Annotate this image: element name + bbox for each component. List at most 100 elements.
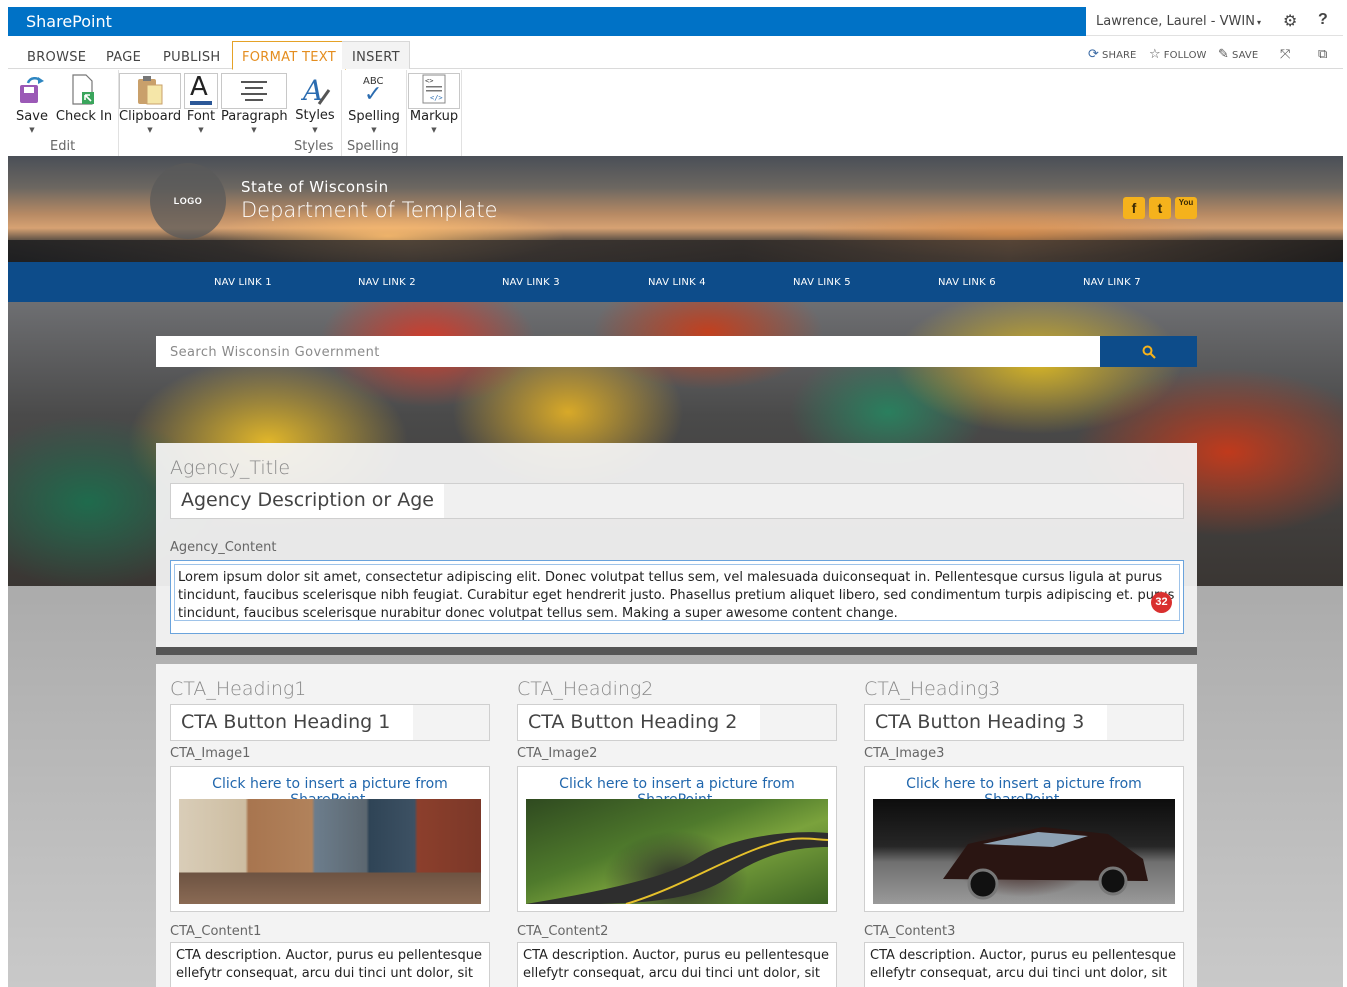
nav-link-5[interactable]: NAV LINK 5 bbox=[793, 277, 851, 288]
chevron-down-icon: ▼ bbox=[431, 126, 437, 134]
gear-icon[interactable]: ⚙ bbox=[1283, 11, 1297, 31]
cta-content-label: CTA_Content3 bbox=[864, 924, 956, 939]
clipboard-button[interactable]: Clipboard ▼ bbox=[119, 70, 181, 138]
sharepoint-brand[interactable]: SharePoint bbox=[26, 12, 112, 31]
ribbon-separator bbox=[461, 70, 462, 156]
search-input[interactable]: Search Wisconsin Government bbox=[156, 336, 1100, 367]
font-button[interactable]: A Font ▼ bbox=[184, 70, 218, 138]
header-banner: LOGO State of Wisconsin Department of Te… bbox=[8, 156, 1343, 262]
markup-button[interactable]: <> </> Markup ▼ bbox=[408, 70, 460, 138]
youtube-icon[interactable]: You bbox=[1175, 197, 1197, 219]
clipboard-icon bbox=[138, 76, 163, 105]
car-graphic bbox=[943, 827, 1148, 900]
paragraph-button[interactable]: Paragraph ▼ bbox=[221, 70, 288, 138]
chevron-down-icon: ▼ bbox=[29, 126, 35, 134]
chevron-down-icon: ▼ bbox=[251, 126, 257, 134]
group-label-spelling: Spelling bbox=[347, 139, 399, 154]
clipboard-label: Clipboard bbox=[119, 109, 182, 124]
tab-format-text[interactable]: FORMAT TEXT bbox=[232, 41, 346, 70]
cta-image-field[interactable]: Click here to insert a picture from Shar… bbox=[170, 766, 490, 912]
cta-content-field[interactable]: CTA description. Auctor, purus eu pellen… bbox=[517, 942, 837, 987]
twitter-icon[interactable]: t bbox=[1149, 197, 1171, 219]
tab-insert[interactable]: INSERT bbox=[342, 41, 410, 69]
cta-image-field[interactable]: Click here to insert a picture from Shar… bbox=[517, 766, 837, 912]
cta-column-1: CTA_Heading1 CTA Button Heading 1 CTA_Im… bbox=[170, 664, 490, 987]
svg-text:<>: <> bbox=[425, 77, 433, 85]
search-button[interactable] bbox=[1100, 336, 1197, 367]
nav-link-7[interactable]: NAV LINK 7 bbox=[1083, 277, 1141, 288]
check-in-button[interactable]: Check In bbox=[54, 70, 114, 138]
tab-browse[interactable]: BROWSE bbox=[27, 50, 86, 65]
agency-description-value[interactable]: Agency Description or Age bbox=[171, 484, 444, 518]
nav-link-1[interactable]: NAV LINK 1 bbox=[214, 277, 272, 288]
user-name[interactable]: Lawrence, Laurel - VWIN bbox=[1096, 14, 1255, 29]
agency-description-field[interactable]: Agency Description or Age bbox=[170, 483, 1184, 519]
cta-heading-field[interactable]: CTA Button Heading 3 bbox=[864, 704, 1184, 741]
cta-panel: CTA_Heading1 CTA Button Heading 1 CTA_Im… bbox=[156, 664, 1197, 987]
header-shoreline bbox=[8, 240, 1343, 262]
cta-content-field[interactable]: CTA description. Auctor, purus eu pellen… bbox=[864, 942, 1184, 987]
styles-button[interactable]: A Styles ▼ bbox=[291, 70, 339, 138]
star-icon: ☆ bbox=[1149, 47, 1161, 62]
user-menu[interactable]: Lawrence, Laurel - VWIN ▾ bbox=[1096, 14, 1261, 29]
car-image[interactable] bbox=[873, 799, 1175, 904]
cta-image-field[interactable]: Click here to insert a picture from Shar… bbox=[864, 766, 1184, 912]
share-label: SHARE bbox=[1102, 50, 1137, 61]
agency-title-label: Agency_Title bbox=[170, 457, 291, 479]
cta-content-label: CTA_Content1 bbox=[170, 924, 262, 939]
cta-content-field[interactable]: CTA description. Auctor, purus eu pellen… bbox=[170, 942, 490, 987]
paragraph-icon bbox=[241, 81, 267, 101]
city-skyline-image[interactable] bbox=[179, 799, 481, 904]
follow-label: FOLLOW bbox=[1163, 50, 1207, 61]
cta-heading-value[interactable]: CTA Button Heading 2 bbox=[518, 705, 760, 740]
agency-content-editor[interactable]: Lorem ipsum dolor sit amet, consectetur … bbox=[170, 560, 1184, 634]
cta-heading-value[interactable]: CTA Button Heading 1 bbox=[171, 705, 413, 740]
help-icon[interactable]: ? bbox=[1318, 11, 1328, 29]
cta-column-2: CTA_Heading2 CTA Button Heading 2 CTA_Im… bbox=[517, 664, 837, 987]
logo[interactable]: LOGO bbox=[150, 163, 226, 239]
chevron-down-icon: ▼ bbox=[198, 126, 204, 134]
group-label-styles: Styles bbox=[294, 139, 334, 154]
tab-page[interactable]: PAGE bbox=[106, 50, 141, 65]
cta-heading-field[interactable]: CTA Button Heading 2 bbox=[517, 704, 837, 741]
spelling-error-badge[interactable]: 32 bbox=[1151, 592, 1172, 613]
cta-heading-field[interactable]: CTA Button Heading 1 bbox=[170, 704, 490, 741]
winding-road-image[interactable] bbox=[526, 799, 828, 904]
nav-link-3[interactable]: NAV LINK 3 bbox=[502, 277, 560, 288]
check-icon: ✓ bbox=[364, 82, 383, 107]
suite-bar: SharePoint Lawrence, Laurel - VWIN ▾ ⚙ ? bbox=[8, 7, 1343, 36]
ribbon-tabs: BROWSE PAGE PUBLISH FORMAT TEXT INSERT ⟳… bbox=[8, 36, 1343, 70]
save-page-button[interactable]: ✎ SAVE bbox=[1218, 47, 1258, 62]
styles-label: Styles bbox=[295, 108, 335, 123]
save-button[interactable]: Save ▼ bbox=[12, 70, 52, 138]
agency-content-label: Agency_Content bbox=[170, 540, 277, 555]
paragraph-label: Paragraph bbox=[221, 109, 288, 124]
save-icon bbox=[20, 77, 44, 103]
nav-link-4[interactable]: NAV LINK 4 bbox=[648, 277, 706, 288]
markup-label: Markup bbox=[409, 109, 459, 124]
check-in-label: Check In bbox=[55, 109, 113, 124]
focus-icon[interactable]: ⤧ bbox=[1280, 47, 1291, 62]
search-placeholder: Search Wisconsin Government bbox=[170, 345, 380, 360]
cta-heading-value[interactable]: CTA Button Heading 3 bbox=[865, 705, 1107, 740]
follow-button[interactable]: ☆ FOLLOW bbox=[1149, 47, 1207, 62]
popout-icon[interactable]: ⧉ bbox=[1318, 47, 1327, 62]
chevron-down-icon: ▾ bbox=[1256, 18, 1261, 27]
cta-column-3: CTA_Heading3 CTA Button Heading 3 CTA_Im… bbox=[864, 664, 1184, 987]
facebook-icon[interactable]: f bbox=[1123, 197, 1145, 219]
main-nav: NAV LINK 1 NAV LINK 2 NAV LINK 3 NAV LIN… bbox=[8, 262, 1343, 302]
ribbon-separator bbox=[406, 70, 407, 156]
ribbon-body: Save ▼ Check In Edit Clipboard ▼ A Font … bbox=[8, 70, 1343, 156]
share-button[interactable]: ⟳ SHARE bbox=[1088, 47, 1136, 62]
nav-link-6[interactable]: NAV LINK 6 bbox=[938, 277, 996, 288]
spelling-label: Spelling bbox=[348, 109, 400, 124]
agency-content-text[interactable]: Lorem ipsum dolor sit amet, consectetur … bbox=[174, 564, 1180, 621]
chevron-down-icon: ▼ bbox=[147, 126, 153, 134]
spelling-button[interactable]: ABC ✓ Spelling ▼ bbox=[345, 70, 403, 138]
tab-publish[interactable]: PUBLISH bbox=[163, 50, 220, 65]
nav-link-2[interactable]: NAV LINK 2 bbox=[358, 277, 416, 288]
font-icon: A bbox=[190, 72, 208, 102]
department-name[interactable]: Department of Template bbox=[241, 198, 498, 222]
cta-content-label: CTA_Content2 bbox=[517, 924, 609, 939]
chevron-down-icon: ▼ bbox=[371, 126, 377, 134]
